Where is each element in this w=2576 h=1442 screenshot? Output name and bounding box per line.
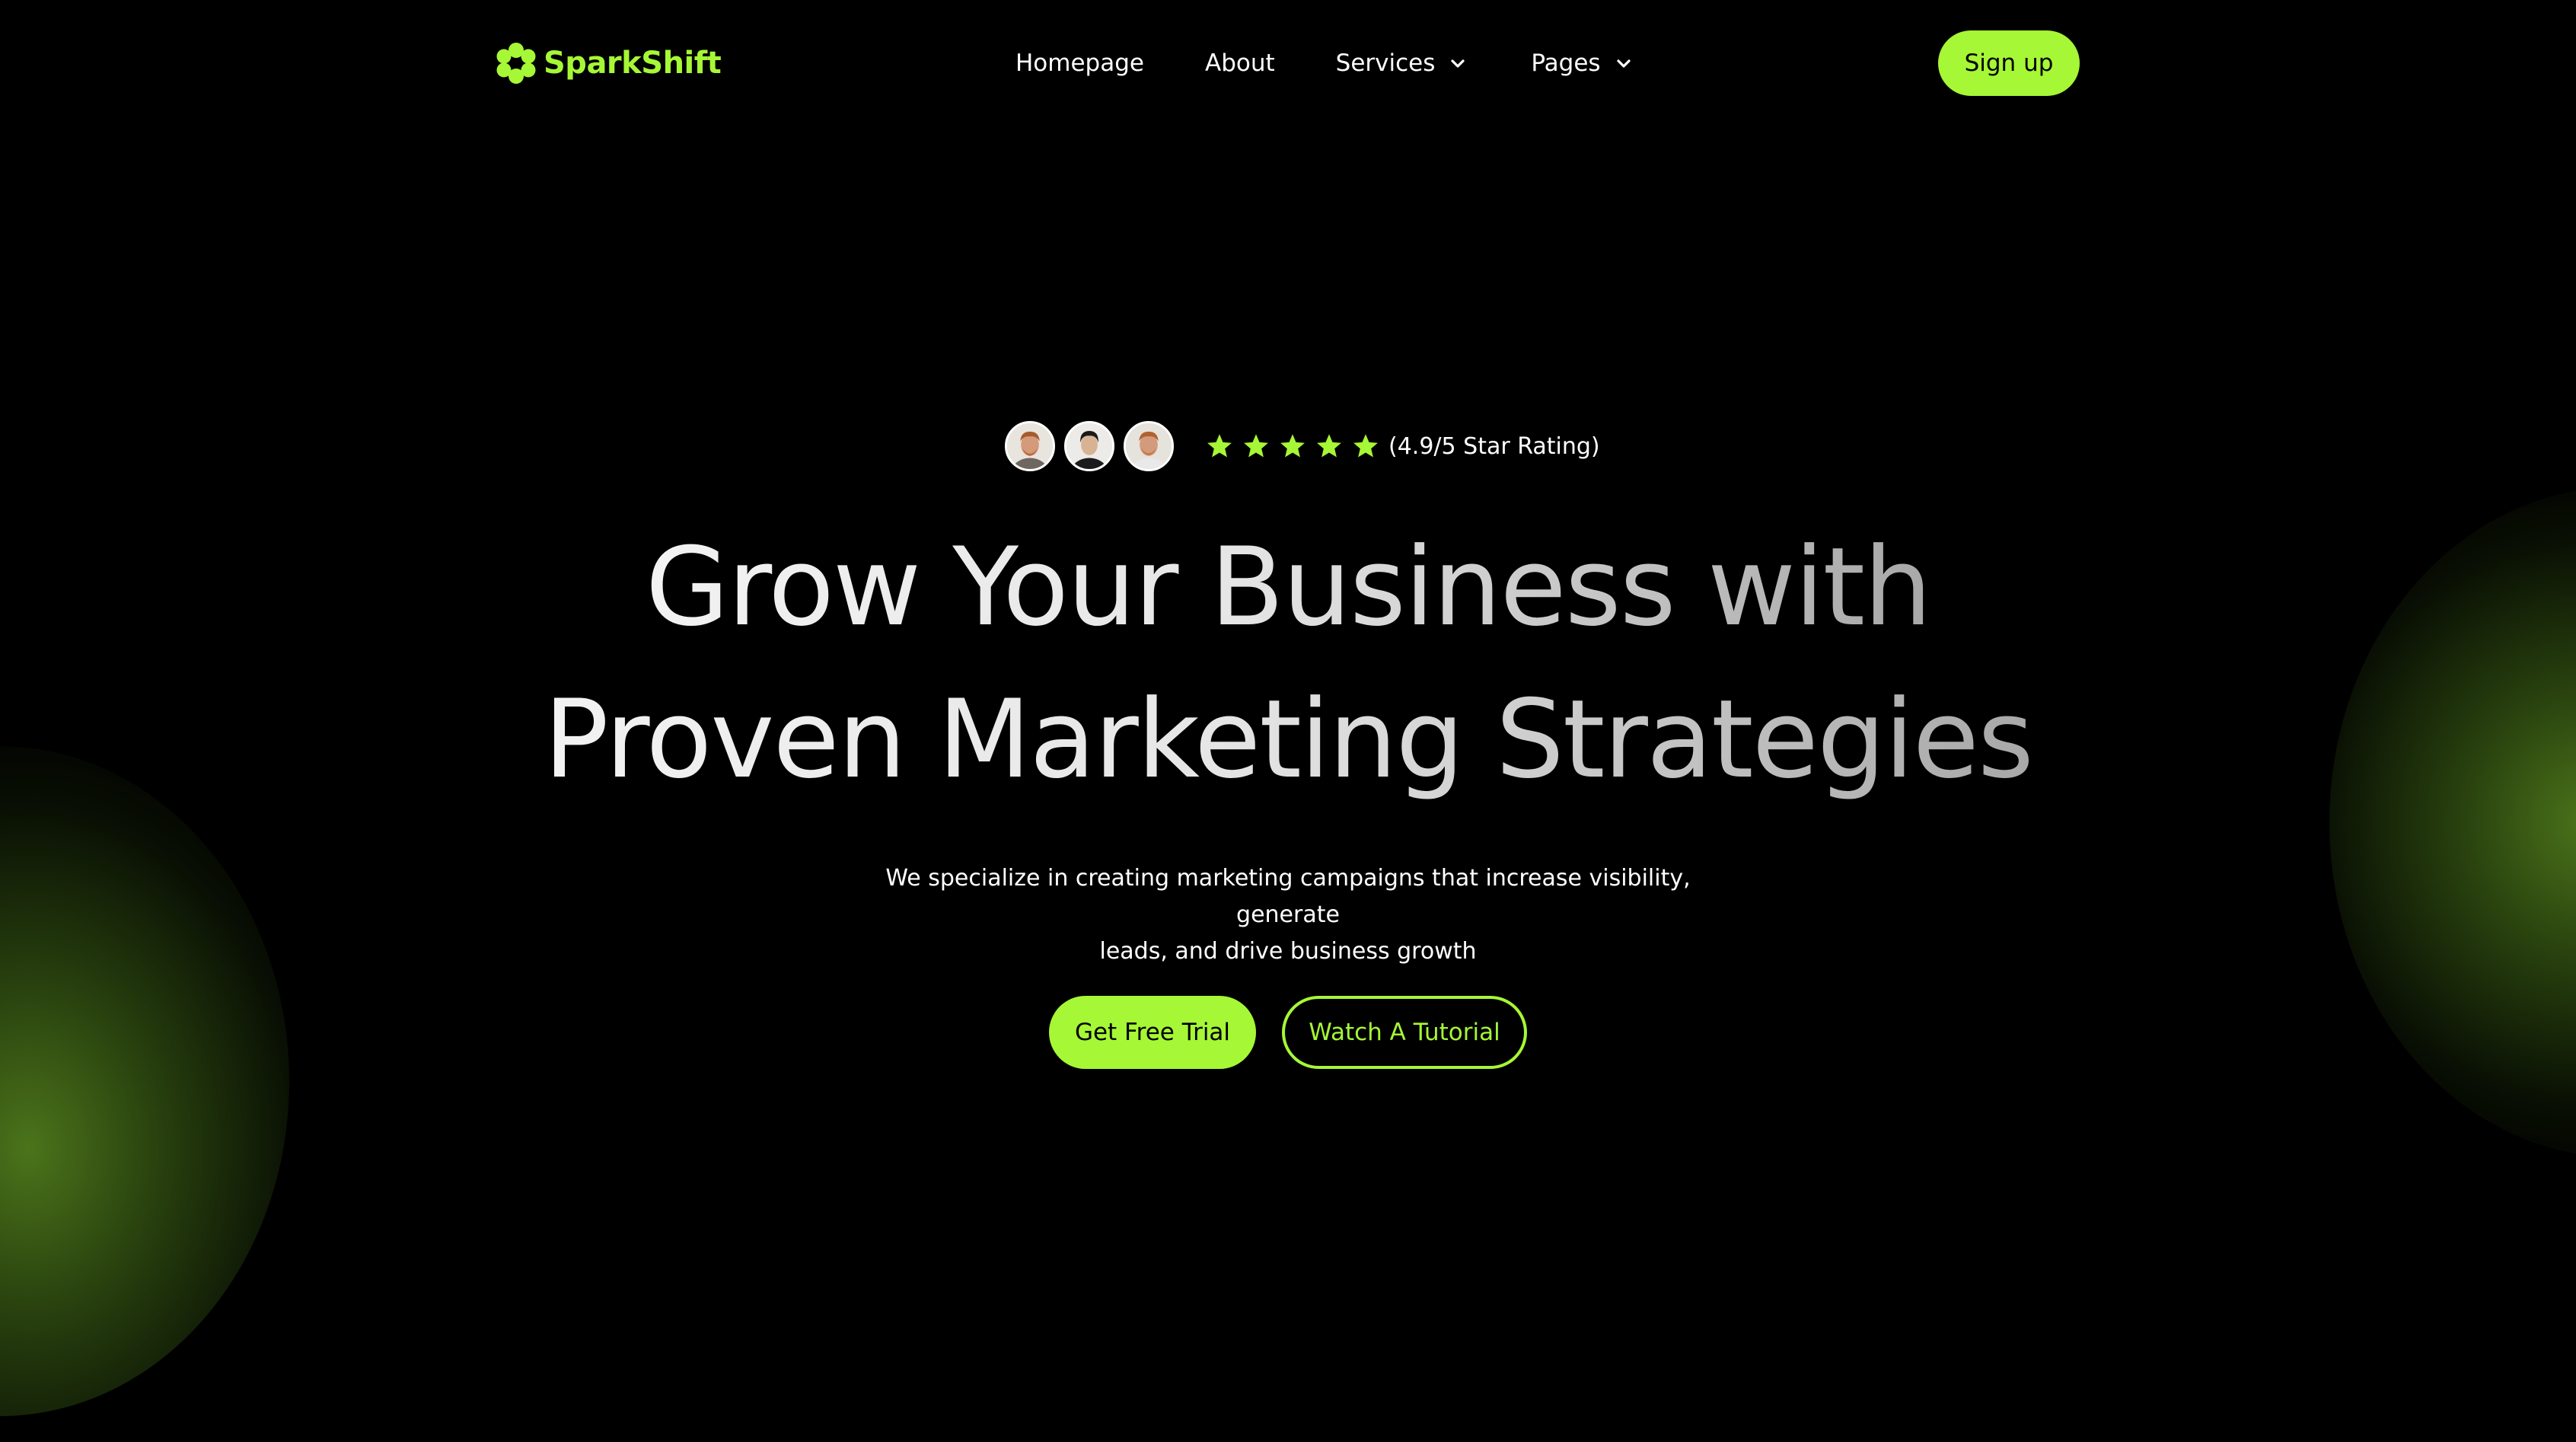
nav-item-pages[interactable]: Pages [1531,49,1632,77]
nav-item-services[interactable]: Services [1336,49,1468,77]
star-icon [1244,434,1268,458]
subtext-line: leads, and drive business growth [1099,938,1477,965]
avatar [1064,421,1114,471]
landing-page: SparkShift Homepage About Services Pages… [0,0,2576,1442]
signup-button[interactable]: Sign up [1938,30,2080,96]
avatar-group [1005,421,1183,471]
flower-logo-icon [496,43,536,84]
nav-item-label: Services [1335,49,1436,77]
cta-row: Get Free Trial Watch A Tutorial [1049,996,1527,1069]
star-icon [1353,434,1378,458]
star-icon [1280,434,1305,458]
nav-item-label: Pages [1531,49,1601,77]
get-free-trial-button[interactable]: Get Free Trial [1049,996,1256,1069]
main-nav: Homepage About Services Pages [1015,38,1633,88]
nav-item-label: Homepage [1015,49,1144,77]
hero-subtext: We specialize in creating marketing camp… [869,860,1707,970]
chevron-down-icon [1616,59,1631,68]
nav-item-homepage[interactable]: Homepage [1015,49,1144,77]
nav-item-label: About [1204,49,1275,77]
watch-tutorial-button[interactable]: Watch A Tutorial [1282,996,1527,1069]
avatar [1124,421,1174,471]
rating-row: (4.9/5 Star Rating) [1005,417,1600,475]
green-glow-left [0,746,289,1416]
brand-logo[interactable]: SparkShift [496,40,722,87]
nav-item-about[interactable]: About [1205,49,1275,77]
chevron-down-icon [1451,59,1465,68]
rating-text: (4.9/5 Star Rating) [1388,432,1600,460]
subtext-line: We specialize in creating marketing camp… [885,865,1691,928]
brand-name: SparkShift [544,46,722,81]
star-icon [1317,434,1341,458]
star-rating [1206,432,1388,460]
headline-line: Grow Your Business with [646,512,1932,664]
headline-line: Proven Marketing Strategies [544,664,2034,816]
star-icon [1207,434,1232,458]
hero-headline: Grow Your Business with Proven Marketing… [0,512,2576,816]
avatar [1005,421,1055,471]
